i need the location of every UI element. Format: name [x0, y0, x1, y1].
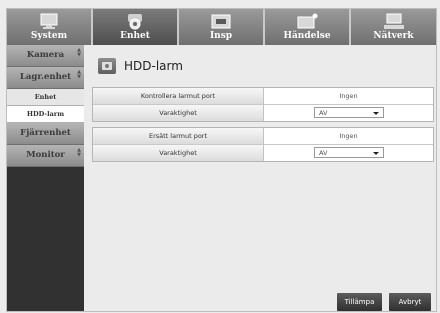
page-title: HDD-larm	[124, 59, 183, 73]
setting-value-cell: AV	[264, 145, 433, 161]
duration-select[interactable]: AV	[314, 147, 384, 158]
settings-group-2: Ersätt larmut port Ingen Varaktighet AV	[92, 127, 434, 162]
tab-label: Händelse	[283, 31, 331, 41]
sidebar-item-label: Fjärrenhet	[20, 128, 71, 138]
tab-natverk[interactable]: Nätverk	[351, 9, 436, 45]
settings-row: Varaktighet AV	[93, 105, 433, 121]
tab-insp[interactable]: Insp	[179, 9, 263, 45]
hdd-icon	[98, 58, 116, 74]
cancel-button[interactable]: Avbryt	[389, 293, 431, 311]
settings-group-1: Kontrollera larmut port Ingen Varaktighe…	[92, 87, 434, 122]
setting-label: Kontrollera larmut port	[93, 88, 264, 104]
event-icon	[297, 13, 318, 29]
network-icon	[383, 13, 404, 29]
sidebar-item-label: Monitor	[26, 150, 65, 160]
top-tab-bar: System Enhet Insp Händelse Nätverk	[7, 9, 436, 45]
camera-icon	[128, 14, 142, 30]
sidebar-item-label: Enhet	[34, 93, 57, 101]
sidebar-item-label: HDD-larm	[26, 110, 65, 118]
settings-row: Kontrollera larmut port Ingen	[93, 88, 433, 105]
apply-button[interactable]: Tillämpa	[337, 293, 382, 311]
sidebar-item-label: Lagr.enhet	[19, 72, 72, 82]
settings-row: Varaktighet AV	[93, 145, 433, 161]
sidebar-item-kamera[interactable]: Kamera ▲ ▼	[7, 45, 84, 67]
content-panel: HDD-larm Kontrollera larmut port Ingen V…	[84, 45, 436, 311]
expand-arrow-icon: ▲ ▼	[77, 47, 81, 58]
expand-arrow-icon: ▲ ▼	[77, 147, 81, 158]
setting-label: Ersätt larmut port	[93, 128, 264, 144]
expand-arrow-icon: ▲ ▼	[77, 69, 81, 80]
sidebar-item-lagr-enhet[interactable]: Lagr.enhet ▲ ▼	[7, 67, 84, 89]
tab-label: Insp	[209, 31, 233, 41]
tab-handelse[interactable]: Händelse	[265, 9, 349, 45]
select-value: AV	[319, 109, 328, 117]
setting-label: Varaktighet	[93, 145, 264, 161]
settings-row: Ersätt larmut port Ingen	[93, 128, 433, 145]
tab-system[interactable]: System	[7, 9, 91, 45]
sidebar: Kamera ▲ ▼ Lagr.enhet ▲ ▼ Enhet HDD-larm F…	[7, 45, 84, 311]
setting-label: Varaktighet	[93, 105, 264, 121]
setting-value[interactable]: Ingen	[264, 128, 433, 144]
sidebar-item-fjarrenhet[interactable]: Fjärrenhet	[7, 123, 84, 145]
sidebar-subitem-hdd-larm[interactable]: HDD-larm	[7, 106, 84, 123]
chevron-down-icon	[373, 112, 379, 115]
tab-label: System	[30, 31, 68, 41]
setting-value-cell: AV	[264, 105, 433, 121]
sidebar-subitem-enhet[interactable]: Enhet	[7, 89, 84, 106]
tab-label: Nätverk	[373, 31, 414, 41]
setting-value[interactable]: Ingen	[264, 88, 433, 104]
chevron-down-icon	[373, 152, 379, 155]
main-window: System Enhet Insp Händelse Nätverk Kamer…	[6, 8, 437, 312]
tab-enhet[interactable]: Enhet	[93, 9, 177, 45]
sidebar-item-label: Kamera	[26, 50, 65, 60]
monitor-icon	[40, 13, 58, 29]
rec-icon	[211, 14, 231, 29]
select-value: AV	[319, 149, 328, 157]
sidebar-item-monitor[interactable]: Monitor ▲ ▼	[7, 145, 84, 167]
duration-select[interactable]: AV	[314, 107, 384, 118]
tab-label: Enhet	[120, 31, 150, 41]
